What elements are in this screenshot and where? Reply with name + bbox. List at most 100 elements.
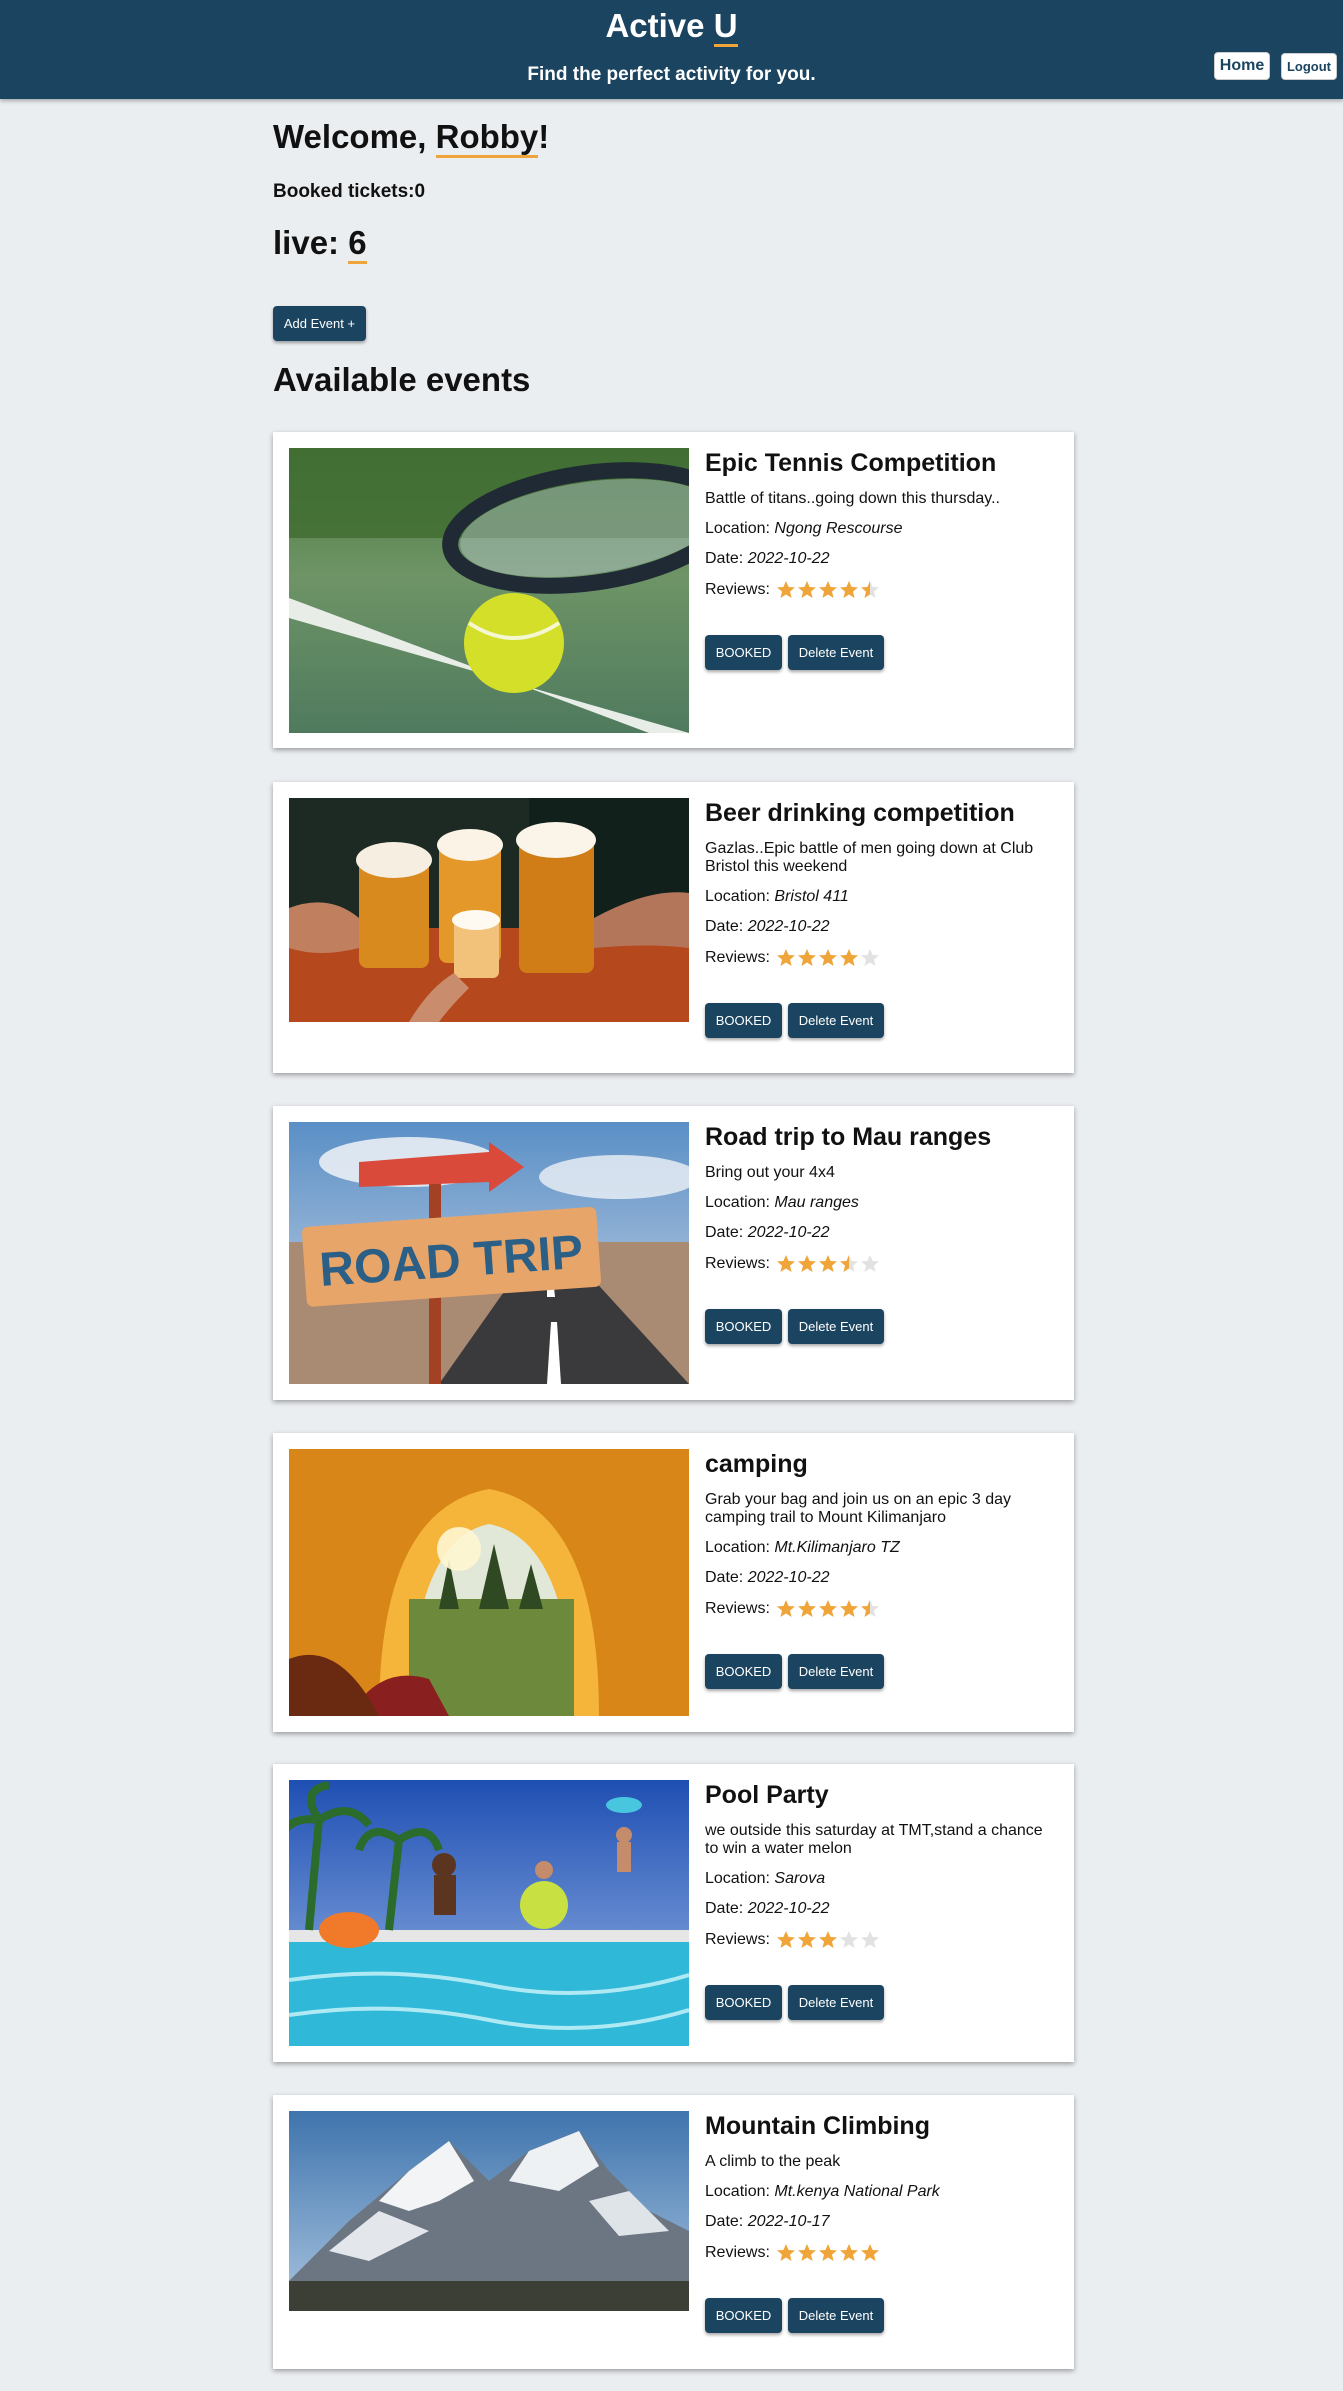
event-card: ROAD TRIP Road trip to Mau ranges Bring … <box>273 1106 1074 1400</box>
location-label: Location: <box>705 1194 775 1211</box>
event-date: Date: 2022-10-22 <box>705 1900 1060 1918</box>
date-label: Date: <box>705 918 748 935</box>
event-actions: BOOKED Delete Event <box>705 1003 1060 1038</box>
event-reviews: Reviews: <box>705 948 1060 968</box>
star-icon <box>839 581 858 598</box>
star-icon <box>776 1255 795 1272</box>
brand-logo[interactable]: Active U <box>0 7 1343 47</box>
delete-event-button[interactable]: Delete Event <box>788 1309 884 1344</box>
star-icon <box>776 949 795 966</box>
event-title: Beer drinking competition <box>705 799 1015 827</box>
event-image <box>289 1780 689 2046</box>
date-value: 2022-10-22 <box>747 1224 830 1241</box>
date-value: 2022-10-22 <box>747 918 830 935</box>
rating-stars <box>776 2243 881 2263</box>
welcome-heading: Welcome, Robby! <box>273 118 550 158</box>
booked-button[interactable]: BOOKED <box>705 1985 782 2020</box>
star-icon <box>797 949 816 966</box>
location-value: Mt.Kilimanjaro TZ <box>774 1539 900 1556</box>
event-actions: BOOKED Delete Event <box>705 2298 1060 2333</box>
home-button[interactable]: Home <box>1214 52 1270 80</box>
event-info: Epic Tennis Competition Battle of titans… <box>705 448 1060 670</box>
add-event-button[interactable]: Add Event + <box>273 306 366 341</box>
delete-event-button[interactable]: Delete Event <box>788 1985 884 2020</box>
star-icon <box>797 1931 816 1948</box>
rating-stars <box>776 948 881 968</box>
event-date: Date: 2022-10-22 <box>705 1224 1060 1242</box>
event-reviews: Reviews: <box>705 1254 1060 1274</box>
event-title: Pool Party <box>705 1781 829 1809</box>
tent-view-photo <box>289 1449 689 1716</box>
star-icon <box>818 949 837 966</box>
event-card: camping Grab your bag and join us on an … <box>273 1433 1074 1732</box>
event-reviews: Reviews: <box>705 580 1060 600</box>
date-value: 2022-10-17 <box>747 2213 830 2230</box>
booked-button[interactable]: BOOKED <box>705 1654 782 1689</box>
star-icon <box>860 1931 879 1948</box>
date-value: 2022-10-22 <box>747 1569 830 1586</box>
event-image <box>289 1449 689 1716</box>
star-icon <box>818 581 837 598</box>
event-date: Date: 2022-10-17 <box>705 2213 1060 2231</box>
delete-event-button[interactable]: Delete Event <box>788 2298 884 2333</box>
welcome-prefix: Welcome, <box>273 118 436 155</box>
date-value: 2022-10-22 <box>747 1900 830 1917</box>
location-value: Mt.kenya National Park <box>774 2183 940 2200</box>
reviews-label: Reviews: <box>705 949 770 966</box>
event-info: Beer drinking competition Gazlas..Epic b… <box>705 798 1060 1038</box>
booked-button[interactable]: BOOKED <box>705 1309 782 1344</box>
reviews-label: Reviews: <box>705 2244 770 2261</box>
welcome-suffix: ! <box>538 118 550 155</box>
star-icon <box>797 581 816 598</box>
event-date: Date: 2022-10-22 <box>705 550 1060 568</box>
rating-stars <box>776 580 881 600</box>
location-value: Mau ranges <box>774 1194 859 1211</box>
star-icon <box>797 1255 816 1272</box>
event-actions: BOOKED Delete Event <box>705 1985 1060 2020</box>
reviews-label: Reviews: <box>705 581 770 598</box>
star-icon <box>860 581 879 598</box>
event-info: Mountain Climbing A climb to the peak Lo… <box>705 2111 1060 2333</box>
delete-event-button[interactable]: Delete Event <box>788 1003 884 1038</box>
star-icon <box>818 1600 837 1617</box>
star-icon <box>797 2244 816 2261</box>
delete-event-button[interactable]: Delete Event <box>788 635 884 670</box>
event-reviews: Reviews: <box>705 1930 1060 1950</box>
event-image <box>289 448 689 733</box>
event-description: Grab your bag and join us on an epic 3 d… <box>705 1491 1011 1526</box>
star-icon <box>860 1600 879 1617</box>
section-title: Available events <box>273 361 531 398</box>
event-image: ROAD TRIP <box>289 1122 689 1384</box>
brand-accent: U <box>713 7 738 47</box>
star-icon <box>839 1600 858 1617</box>
booked-button[interactable]: BOOKED <box>705 2298 782 2333</box>
event-reviews: Reviews: <box>705 2243 1060 2263</box>
date-value: 2022-10-22 <box>747 550 830 567</box>
event-actions: BOOKED Delete Event <box>705 1309 1060 1344</box>
tennis-racket-ball-photo <box>289 448 689 733</box>
rating-stars <box>776 1930 881 1950</box>
star-icon <box>818 1931 837 1948</box>
star-icon <box>860 949 879 966</box>
location-label: Location: <box>705 1870 775 1887</box>
date-label: Date: <box>705 1569 748 1586</box>
star-icon <box>818 1255 837 1272</box>
event-description: Bring out your 4x4 <box>705 1164 835 1181</box>
event-location: Location: Bristol 411 <box>705 888 1060 906</box>
reviews-label: Reviews: <box>705 1255 770 1272</box>
booked-button[interactable]: BOOKED <box>705 635 782 670</box>
location-value: Bristol 411 <box>774 888 849 905</box>
event-description: we outside this saturday at TMT,stand a … <box>705 1822 1043 1857</box>
event-image <box>289 798 689 1022</box>
star-icon <box>860 1255 879 1272</box>
rating-stars <box>776 1254 881 1274</box>
beer-toast-photo <box>289 798 689 1022</box>
booked-button[interactable]: BOOKED <box>705 1003 782 1038</box>
logout-button[interactable]: Logout <box>1281 53 1337 80</box>
star-icon <box>776 581 795 598</box>
event-card: Pool Party we outside this saturday at T… <box>273 1764 1074 2062</box>
star-icon <box>839 2244 858 2261</box>
event-location: Location: Mt.kenya National Park <box>705 2183 1060 2201</box>
delete-event-button[interactable]: Delete Event <box>788 1654 884 1689</box>
reviews-label: Reviews: <box>705 1931 770 1948</box>
